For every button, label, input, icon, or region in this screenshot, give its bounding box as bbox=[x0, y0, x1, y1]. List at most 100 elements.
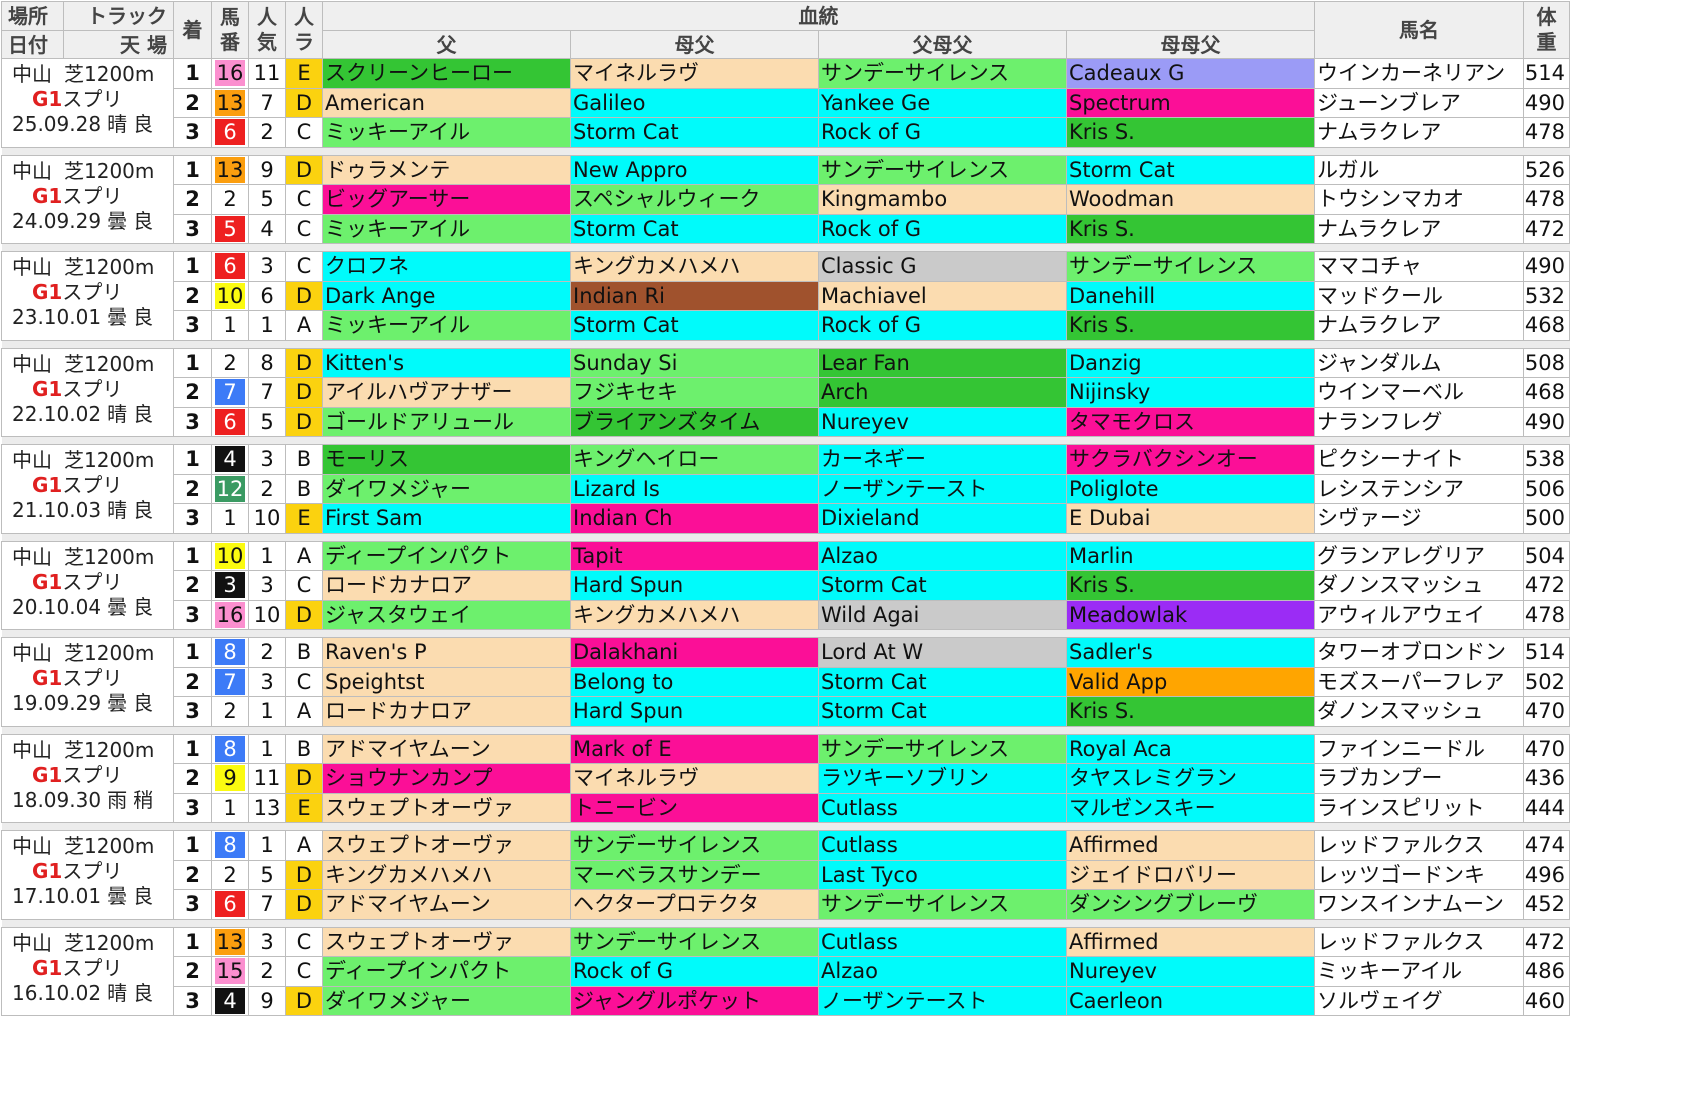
horse-name: ジャンダルム bbox=[1314, 347, 1524, 378]
race-venue-track: 中山 芝1200m bbox=[12, 738, 173, 763]
dam-sire: Storm Cat bbox=[570, 310, 819, 341]
race-info: 中山 芝1200m G1スプリ 19.09.29 曇良 bbox=[1, 637, 174, 727]
race-grade-name: G1スプリ bbox=[12, 377, 173, 402]
gate-number-badge: 6 bbox=[215, 253, 245, 280]
horse-name: ダノンスマッシュ bbox=[1314, 696, 1524, 727]
race-date: 19.09.29 bbox=[12, 691, 102, 715]
race-weather: 晴 bbox=[107, 980, 128, 1005]
race-track: 芝1200m bbox=[64, 544, 155, 569]
race-grade-name: G1スプリ bbox=[12, 570, 173, 595]
race-name: スプリ bbox=[62, 762, 123, 787]
dam-dam-sire: Sadler's bbox=[1066, 637, 1315, 668]
sire: スウェプトオーヴァ bbox=[322, 830, 571, 861]
gate-number-cell: 9 bbox=[211, 763, 249, 794]
table-row: 3 5 4 C ミッキーアイル Storm Cat Rock of G Kris S. ナムラク… bbox=[2, 213, 1570, 244]
race-date-weather: 23.10.01 曇良 bbox=[12, 305, 173, 330]
popularity-rank: C bbox=[285, 117, 323, 148]
gate-number-badge: 1 bbox=[215, 312, 245, 339]
race-grade: G1 bbox=[32, 955, 63, 980]
horse-name: ピクシーナイト bbox=[1314, 444, 1524, 475]
sire-dam-sire: Alzao bbox=[818, 540, 1067, 571]
sire: ダイワメジャー bbox=[322, 473, 571, 504]
race-weather: 晴 bbox=[107, 112, 128, 136]
popularity-rank: D bbox=[285, 280, 323, 311]
dam-dam-sire: Storm Cat bbox=[1066, 154, 1315, 185]
sire: スクリーンヒーロー bbox=[322, 58, 571, 89]
finish-position: 1 bbox=[173, 733, 212, 764]
gate-number-badge: 12 bbox=[215, 475, 245, 502]
dam-sire: New Appro bbox=[570, 154, 819, 185]
race-date-weather: 18.09.30 雨稍 bbox=[12, 788, 173, 813]
race-name: スプリ bbox=[62, 859, 123, 883]
horse-name: ナムラクレア bbox=[1314, 213, 1524, 244]
popularity-rank: D bbox=[285, 154, 323, 185]
dam-sire: Indian Ri bbox=[570, 280, 819, 311]
race-going: 稍 bbox=[133, 787, 154, 812]
gate-number-cell: 1 bbox=[211, 792, 249, 823]
body-weight: 452 bbox=[1523, 889, 1570, 920]
race-date: 20.10.04 bbox=[12, 594, 102, 619]
gate-number-badge: 6 bbox=[215, 891, 245, 918]
race-date: 24.09.29 bbox=[12, 208, 102, 233]
dam-sire: サンデーサイレンス bbox=[570, 926, 819, 957]
horse-name: グランアレグリア bbox=[1314, 540, 1524, 571]
finish-position: 3 bbox=[173, 696, 212, 727]
header-pedigree: 血統 bbox=[322, 1, 1315, 31]
gate-number-badge: 8 bbox=[215, 735, 245, 762]
race-grade-name: G1スプリ bbox=[12, 763, 173, 788]
table-row: 中山 芝1200m G1スプリ 20.10.04 曇良 1 10 1 A ディープインパクト Tap… bbox=[1, 540, 1570, 630]
race-date-weather: 21.10.03 晴良 bbox=[12, 498, 173, 523]
popularity-rank: D bbox=[285, 889, 323, 920]
gate-number-badge: 2 bbox=[215, 349, 245, 376]
popularity: 11 bbox=[248, 763, 286, 794]
horse-name: ソルヴェイグ bbox=[1314, 985, 1524, 1016]
sire-dam-sire: カーネギー bbox=[818, 444, 1067, 475]
popularity: 8 bbox=[248, 347, 286, 378]
horse-name: アウィルアウェイ bbox=[1314, 599, 1524, 630]
finish-position: 2 bbox=[173, 87, 212, 118]
popularity: 13 bbox=[248, 792, 286, 823]
popularity-rank: D bbox=[285, 985, 323, 1016]
dam-dam-sire: Meadowlak bbox=[1066, 599, 1315, 630]
popularity: 4 bbox=[248, 213, 286, 244]
sire-dam-sire: Cutlass bbox=[818, 830, 1067, 861]
table-row: 2 2 5 C ビッグアーサー スペシャルウィーク Kingmambo Woodman トウシン… bbox=[2, 184, 1570, 215]
dam-sire: Dalakhani bbox=[570, 637, 819, 668]
horse-name: ママコチャ bbox=[1314, 251, 1524, 282]
horse-name: タワーオブロンドン bbox=[1314, 637, 1524, 668]
popularity: 1 bbox=[248, 310, 286, 341]
race-date-weather: 16.10.02 晴良 bbox=[12, 981, 173, 1006]
gate-number-cell: 15 bbox=[211, 956, 249, 987]
gate-number-badge: 16 bbox=[215, 601, 245, 628]
popularity-rank: D bbox=[285, 347, 323, 378]
table-row: 3 4 9 D ダイワメジャー ジャングルポケット ノーザンテースト Caerleon ソルヴェ… bbox=[2, 985, 1570, 1016]
gate-number-cell: 1 bbox=[211, 503, 249, 534]
gate-number-badge: 2 bbox=[215, 186, 245, 213]
body-weight: 502 bbox=[1523, 666, 1570, 697]
sire: American bbox=[322, 87, 571, 118]
popularity: 3 bbox=[248, 570, 286, 601]
gate-number-badge: 4 bbox=[215, 987, 245, 1014]
gate-number-badge: 8 bbox=[215, 832, 245, 859]
gate-number-badge: 4 bbox=[215, 446, 245, 473]
race-track: 芝1200m bbox=[64, 737, 155, 762]
body-weight: 478 bbox=[1523, 117, 1570, 148]
popularity: 3 bbox=[248, 926, 286, 957]
gate-number-badge: 9 bbox=[215, 765, 245, 792]
sire-dam-sire: Storm Cat bbox=[818, 696, 1067, 727]
table-row: 2 2 5 D キングカメハメハ マーベラスサンデー Last Tyco ジェイドロバリー レッ… bbox=[2, 859, 1570, 890]
gate-number-badge: 7 bbox=[215, 379, 245, 406]
race-venue: 中山 bbox=[12, 544, 52, 569]
sire: クロフネ bbox=[322, 251, 571, 282]
gate-number-cell: 2 bbox=[211, 859, 249, 890]
horse-name: ナランフレグ bbox=[1314, 406, 1524, 437]
horse-name: ラブカンプー bbox=[1314, 763, 1524, 794]
gate-number-cell: 8 bbox=[211, 637, 249, 668]
race-separator bbox=[1, 339, 1570, 349]
horse-name: レッツゴードンキ bbox=[1314, 859, 1524, 890]
dam-sire: Lizard Is bbox=[570, 473, 819, 504]
race-going: 良 bbox=[133, 401, 154, 426]
race-weather: 曇 bbox=[107, 594, 128, 619]
body-weight: 470 bbox=[1523, 733, 1570, 764]
body-weight: 538 bbox=[1523, 444, 1570, 475]
